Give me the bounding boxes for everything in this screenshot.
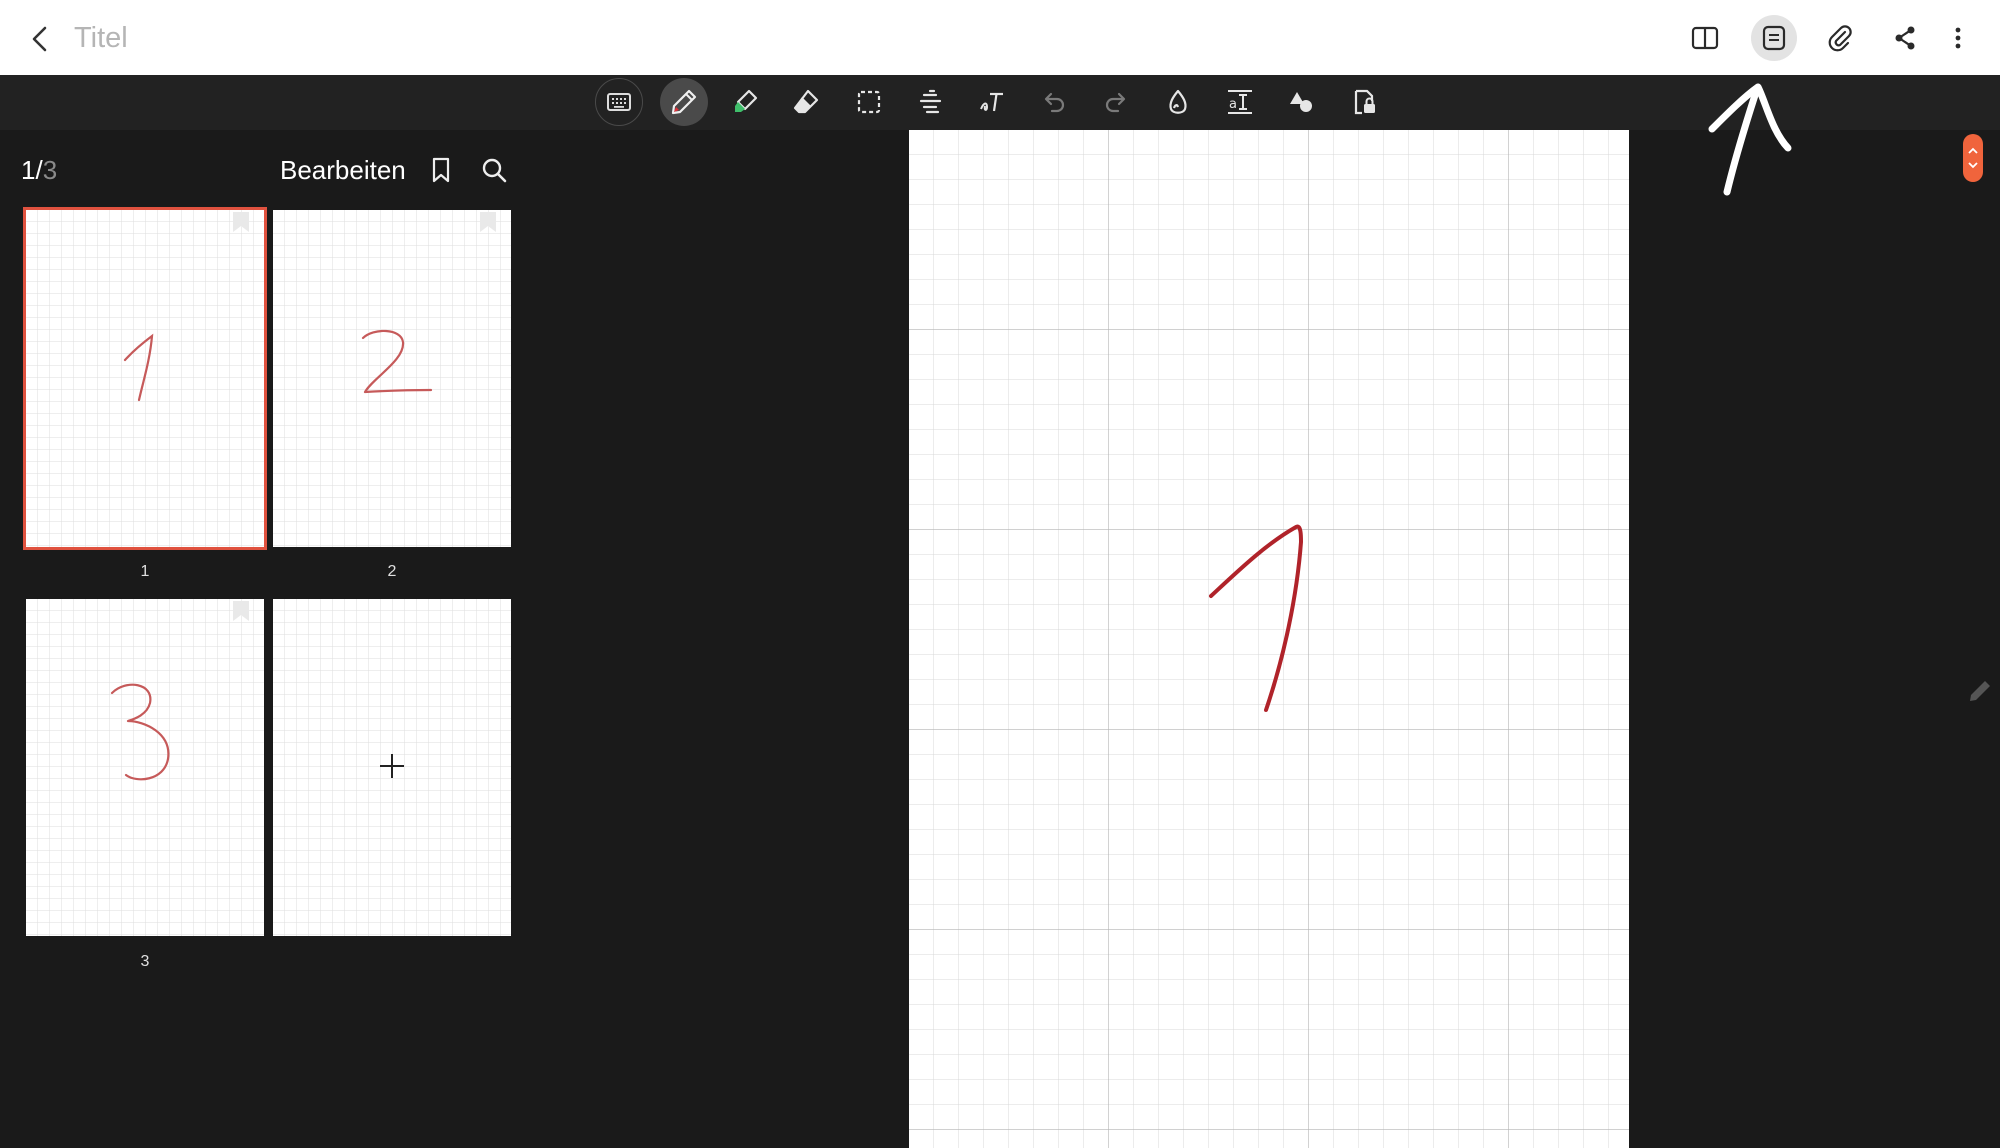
eraser-tool[interactable] [782,78,830,126]
shape-icon [1169,89,1187,114]
handwritten-number-1 [123,333,154,402]
undo-button[interactable] [1030,78,1078,126]
highlighter-icon [735,89,758,112]
reading-mode-icon [1691,26,1719,50]
share-button[interactable] [1882,15,1928,61]
more-icon [1955,27,1961,49]
page-view-icon [1762,25,1786,51]
reading-mode-button[interactable] [1682,15,1728,61]
thumbnail-label-3: 3 [140,953,150,970]
search-button[interactable] [476,152,512,188]
redo-button[interactable] [1092,78,1140,126]
pen-tool[interactable] [660,78,708,126]
chevron-left-icon [32,26,47,52]
thumbnail-label-2: 2 [387,563,397,580]
note-canvas[interactable] [909,130,1629,1148]
shape-tool[interactable] [1154,78,1202,126]
undo-icon [1044,92,1065,113]
attach-button[interactable] [1817,15,1863,61]
page-counter: 1/3 [21,154,57,186]
quick-pen-button[interactable] [1965,676,1995,706]
thumbnail-label-1: 1 [140,563,150,580]
bookmark-button[interactable] [423,152,459,188]
redo-icon [1105,92,1126,113]
plus-icon [380,754,404,778]
back-button[interactable] [20,18,62,60]
page-scroll-handle[interactable] [1963,134,1983,182]
page-thumbnail-3[interactable] [26,599,264,936]
bookmark-icon [432,157,450,183]
keyboard-tool[interactable] [595,78,643,126]
handwritten-number-1-stroke [1209,524,1303,712]
add-page-button[interactable] [273,599,511,936]
highlighter-tool[interactable] [721,78,769,126]
selection-icon [857,90,881,114]
text-format-tool[interactable] [907,78,955,126]
text-format-icon [919,89,942,114]
edit-pages-button[interactable]: Bearbeiten [280,154,406,186]
read-only-icon [1354,89,1375,115]
eraser-icon [793,89,819,114]
selection-tool[interactable] [845,78,893,126]
text-spacing-tool[interactable]: a [1216,78,1264,126]
keyboard-icon [607,93,631,111]
handwritten-number-2 [361,329,433,394]
search-icon [482,158,507,183]
pen-icon [671,89,697,115]
handwriting-text-icon [980,92,1003,112]
handwriting-text-tool[interactable] [968,78,1016,126]
note-title[interactable]: Titel [74,20,128,56]
app-bar: Titel [0,0,2000,75]
total-pages: 3 [42,155,58,185]
page-thumbnail-1[interactable] [23,207,267,550]
share-icon [1895,26,1915,50]
annotation-arrow [1708,83,1792,196]
more-options-button[interactable] [1935,15,1981,61]
read-only-toggle[interactable] [1340,78,1388,126]
svg-text:a: a [1229,97,1237,112]
insert-shapes-tool[interactable] [1278,78,1326,126]
pencil-icon [1970,681,1990,701]
attach-icon [1828,25,1852,52]
text-spacing-icon: a [1228,90,1252,114]
page-view-button[interactable] [1751,15,1797,61]
insert-shapes-icon [1290,92,1312,112]
chevron-up-down-icon [1968,147,1978,169]
handwritten-number-3 [110,683,170,781]
current-page: 1/ [21,155,43,185]
page-sidebar: 1/3 Bearbeiten 1 2 3 [0,130,912,1148]
page-thumbnail-2[interactable] [273,210,511,547]
